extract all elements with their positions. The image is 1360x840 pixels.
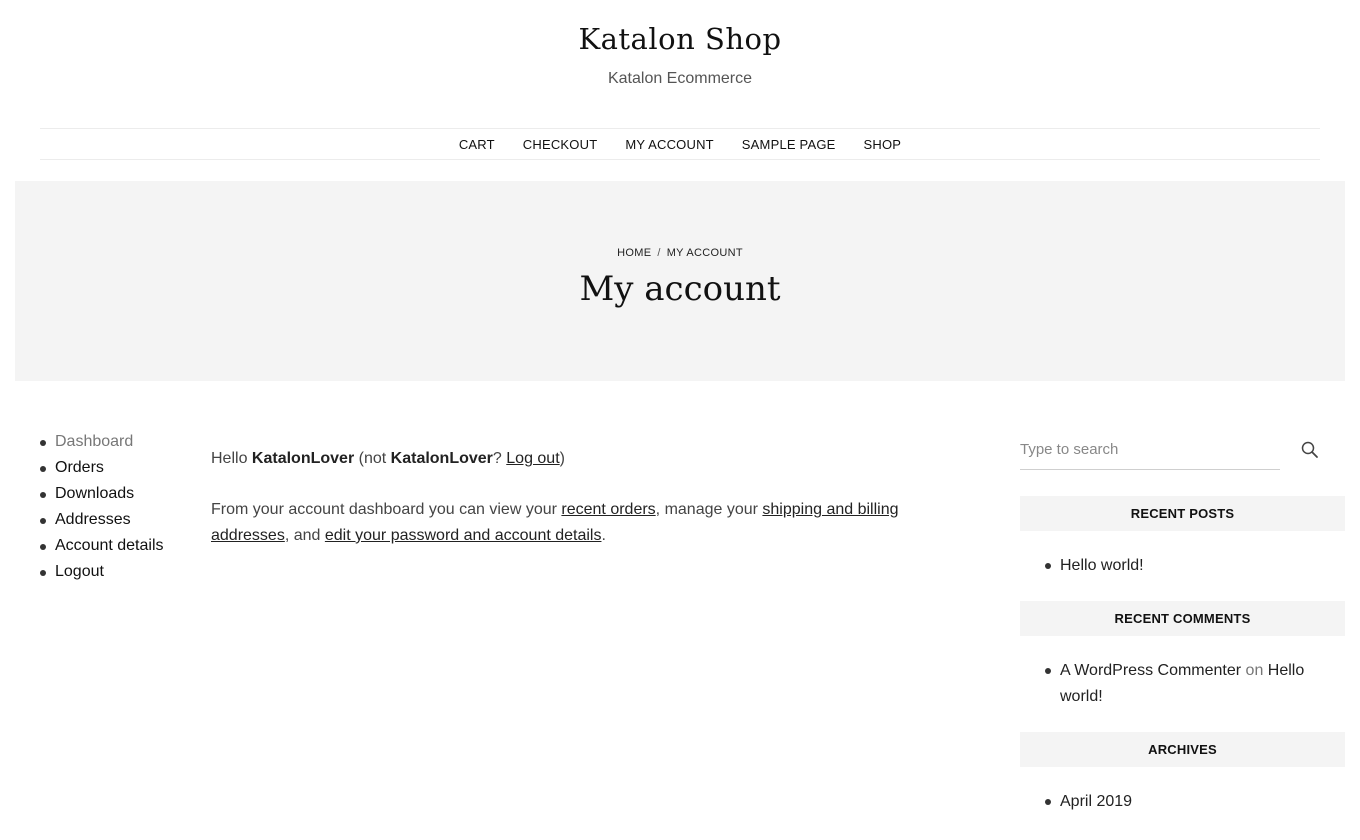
breadcrumb-separator: /	[657, 247, 661, 259]
main-nav: CART CHECKOUT MY ACCOUNT SAMPLE PAGE SHO…	[40, 128, 1320, 160]
comment-author-link[interactable]: A WordPress Commenter	[1060, 662, 1241, 679]
account-nav-link-dashboard[interactable]: Dashboard	[55, 433, 133, 450]
greeting-question: ?	[492, 450, 502, 467]
search-input[interactable]	[1020, 430, 1280, 470]
recent-orders-link[interactable]: recent orders	[561, 501, 655, 518]
recent-comments-list: A WordPress Commenter on Hello world!	[1020, 636, 1345, 732]
greeting-close: )	[559, 450, 565, 467]
nav-item-sample-page[interactable]: SAMPLE PAGE	[728, 137, 850, 152]
logout-link[interactable]: Log out	[506, 450, 559, 467]
breadcrumb-current: MY ACCOUNT	[666, 247, 743, 259]
dashboard-manage-text: , manage your	[655, 501, 758, 518]
account-nav-item-orders: Orders	[40, 456, 200, 482]
account-nav-link-account-details[interactable]: Account details	[55, 537, 164, 554]
account-nav-link-orders[interactable]: Orders	[55, 459, 104, 476]
site-description: Katalon Ecommerce	[607, 70, 753, 87]
nav-item-checkout[interactable]: CHECKOUT	[509, 137, 612, 152]
site-title[interactable]: Katalon Shop	[0, 22, 1360, 56]
recent-posts-list: Hello world!	[1020, 531, 1345, 601]
account-nav-item-addresses: Addresses	[40, 508, 200, 534]
account-nav-link-downloads[interactable]: Downloads	[55, 485, 134, 502]
list-item: April 2019	[1045, 789, 1345, 815]
recent-comments-title: RECENT COMMENTS	[1020, 601, 1345, 636]
comment-on-text: on	[1245, 662, 1264, 679]
account-details-link[interactable]: edit your password and account details	[325, 527, 602, 544]
search-widget	[1020, 430, 1345, 470]
greeting-not: (not	[358, 450, 387, 467]
account-nav-item-logout: Logout	[40, 560, 200, 586]
dashboard-intro-paragraph: From your account dashboard you can view…	[211, 497, 941, 549]
nav-item-my-account[interactable]: MY ACCOUNT	[611, 137, 727, 152]
archives-list: April 2019	[1020, 767, 1345, 837]
greeting-not-username: KatalonLover	[390, 450, 493, 467]
greeting-paragraph: Hello KatalonLover (not KatalonLover? Lo…	[211, 446, 941, 472]
breadcrumb-home[interactable]: HOME	[617, 247, 651, 259]
sidebar: RECENT POSTS Hello world! RECENT COMMENT…	[1020, 430, 1345, 837]
page-title: My account	[579, 269, 781, 309]
archive-link[interactable]: April 2019	[1060, 793, 1132, 810]
account-nav-item-downloads: Downloads	[40, 482, 200, 508]
account-nav-item-dashboard: Dashboard	[40, 430, 200, 456]
nav-item-cart[interactable]: CART	[445, 137, 509, 152]
dashboard-intro-text: From your account dashboard you can view…	[211, 501, 557, 518]
account-nav-link-logout[interactable]: Logout	[55, 563, 104, 580]
recent-post-link[interactable]: Hello world!	[1060, 557, 1144, 574]
list-item: Hello world!	[1045, 553, 1345, 579]
account-navigation: Dashboard Orders Downloads Addresses Acc…	[40, 430, 200, 586]
list-item: A WordPress Commenter on Hello world!	[1045, 658, 1345, 710]
account-dashboard-content: Hello KatalonLover (not KatalonLover? Lo…	[211, 446, 941, 574]
breadcrumb: HOME / MY ACCOUNT	[15, 247, 1345, 259]
search-icon[interactable]	[1300, 440, 1320, 460]
archives-title: ARCHIVES	[1020, 732, 1345, 767]
dashboard-period: .	[601, 527, 606, 544]
greeting-hello: Hello	[211, 450, 248, 467]
recent-posts-title: RECENT POSTS	[1020, 496, 1345, 531]
dashboard-and-text: , and	[284, 527, 321, 544]
page-hero: HOME / MY ACCOUNT My account	[15, 181, 1345, 381]
greeting-username: KatalonLover	[251, 450, 355, 467]
account-nav-item-account-details: Account details	[40, 534, 200, 560]
nav-item-shop[interactable]: SHOP	[850, 137, 916, 152]
account-nav-link-addresses[interactable]: Addresses	[55, 511, 131, 528]
site-header: Katalon Shop Katalon Ecommerce	[0, 0, 1360, 128]
